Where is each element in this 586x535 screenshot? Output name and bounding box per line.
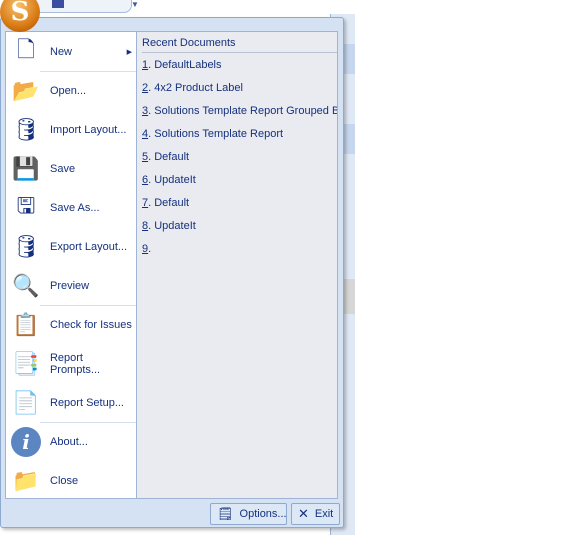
recent-documents-title: Recent Documents (142, 37, 337, 53)
options-icon: 🗒 (217, 506, 234, 521)
menu-item-close[interactable]: 📁 Close (6, 461, 136, 500)
recent-document[interactable]: 8. UpdateIt (142, 220, 337, 232)
recent-document[interactable]: 7. Default (142, 197, 337, 209)
close-folder-icon: 📁 (12, 467, 40, 493)
menu-item-new[interactable]: 🗋 New ▶ (6, 32, 136, 71)
export-database-icon: 🛢 (12, 233, 40, 259)
options-button[interactable]: 🗒 Options... (210, 503, 287, 525)
report-setup-icon: 📄 (12, 389, 40, 415)
recent-document[interactable]: 5. Default (142, 151, 337, 163)
import-database-icon: 🛢 (12, 116, 40, 142)
menu-item-save[interactable]: 💾 Save (6, 149, 136, 188)
recent-document[interactable]: 2. 4x2 Product Label (142, 82, 337, 94)
recent-document[interactable]: 6. UpdateIt (142, 174, 337, 186)
menu-item-report-prompts[interactable]: 📑 Report Prompts... (6, 344, 136, 383)
preview-magnifier-icon: 🔍 (12, 272, 40, 298)
menu-item-save-as[interactable]: 🖫 Save As... (6, 188, 136, 227)
save-floppy-icon: 💾 (12, 155, 40, 181)
menu-commands: 🗋 New ▶ 📂 Open... 🛢 Import Layout... 💾 Save 🖫… (5, 31, 136, 499)
save-as-icon: 🖫 (16, 192, 36, 218)
quick-access-toolbar (30, 0, 132, 13)
application-menu: 🗋 New ▶ 📂 Open... 🛢 Import Layout... 💾 Save 🖫… (0, 17, 344, 528)
recent-document[interactable]: 4. Solutions Template Report (142, 128, 337, 140)
qat-customize-arrow-icon[interactable]: ▼ (131, 0, 139, 9)
recent-document[interactable]: 1. DefaultLabels (142, 59, 337, 71)
exit-x-icon: ✕ (298, 506, 309, 521)
report-prompts-icon: 📑 (12, 350, 40, 376)
info-icon: i (10, 426, 42, 458)
check-issues-icon: 📋 (12, 311, 40, 337)
menu-item-import-layout[interactable]: 🛢 Import Layout... (6, 110, 136, 149)
qat-save-icon[interactable] (52, 0, 64, 8)
menu-item-about[interactable]: i About... (6, 422, 136, 461)
menu-item-open[interactable]: 📂 Open... (6, 71, 136, 110)
recent-document[interactable]: 3. Solutions Template Report Grouped By (142, 105, 337, 117)
new-document-icon: 🗋 (17, 36, 35, 62)
submenu-arrow-icon: ▶ (126, 48, 132, 56)
menu-item-export-layout[interactable]: 🛢 Export Layout... (6, 227, 136, 266)
menu-item-check-for-issues[interactable]: 📋 Check for Issues (6, 305, 136, 344)
exit-button[interactable]: ✕ Exit (291, 503, 340, 525)
recent-documents-panel: Recent Documents 1. DefaultLabels 2. 4x2… (136, 31, 338, 499)
recent-document[interactable]: 9. (142, 243, 337, 255)
open-folder-icon: 📂 (12, 77, 40, 103)
menu-item-preview[interactable]: 🔍 Preview (6, 266, 136, 305)
menu-item-report-setup[interactable]: 📄 Report Setup... (6, 383, 136, 422)
